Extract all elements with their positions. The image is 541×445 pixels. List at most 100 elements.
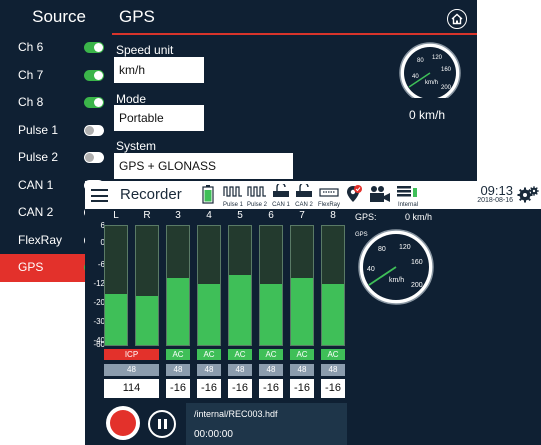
source-item-label: Pulse 2 (18, 150, 59, 164)
toggle-switch[interactable] (84, 152, 104, 163)
speed-unit-field[interactable]: km/h (114, 57, 204, 83)
sample-rate-tag: 48 (290, 364, 314, 376)
level-fill (229, 274, 251, 345)
source-item-ch8[interactable]: Ch 8 (0, 89, 108, 117)
channel-label: 4 (206, 210, 212, 221)
battery-icon (202, 184, 214, 206)
pulse-2-caption: Pulse 2 (246, 202, 267, 208)
recording-file-path: /internal/REC003.hdf (194, 409, 278, 419)
toggle-switch[interactable] (84, 124, 104, 136)
clock-date: 2018-08-16 (477, 197, 513, 204)
coupling-tag[interactable]: AC (290, 349, 314, 360)
gauge-tick: 80 (417, 58, 424, 64)
sample-rate-tag: 48 (321, 364, 345, 376)
toggle-switch[interactable] (84, 97, 104, 108)
level-fill (136, 296, 158, 345)
level-meter-4 (197, 225, 221, 346)
mode-field[interactable]: Portable (114, 105, 204, 131)
record-dot-icon (110, 410, 136, 436)
pulse-1-caption: Pulse 1 (222, 202, 243, 208)
channel-value: -16 (166, 379, 190, 398)
storage-icon[interactable]: Internal (395, 184, 421, 208)
clock-time: 09:13 (480, 183, 513, 198)
gps-pin-icon[interactable] (345, 184, 363, 206)
source-item-label: GPS (18, 260, 44, 274)
source-item-ch6[interactable]: Ch 6 (0, 34, 108, 62)
source-item-label: CAN 2 (18, 205, 54, 219)
level-fill (322, 284, 344, 345)
coupling-tag-icp[interactable]: ICP (104, 349, 159, 360)
level-meter-l (104, 225, 128, 346)
scale-label: -6 (97, 260, 105, 269)
pause-bar-icon (157, 419, 161, 429)
channel-value: -16 (321, 379, 345, 398)
mode-label: Mode (116, 92, 147, 106)
source-title: Source (32, 7, 86, 26)
channel-value: -16 (228, 379, 252, 398)
scale-label: 0 (100, 238, 105, 247)
scale-label: -12 (93, 279, 105, 288)
recording-elapsed-time: 00:00:00 (194, 429, 233, 440)
level-meter-5 (228, 225, 252, 346)
gps-title: GPS (119, 7, 155, 26)
can-2-icon[interactable]: CAN 2 (293, 182, 315, 208)
record-button[interactable] (106, 406, 140, 440)
settings-header: Source GPS (0, 0, 477, 34)
camera-icon[interactable] (368, 184, 392, 206)
channel-label: 3 (175, 210, 181, 221)
channel-value: 114 (104, 379, 159, 398)
storage-caption: Internal (397, 202, 418, 208)
sample-rate-tag: 48 (166, 364, 190, 376)
gauge-unit: km/h (389, 277, 404, 284)
toggle-switch[interactable] (84, 69, 104, 81)
scale-label: -60 (93, 340, 105, 349)
can-1-icon[interactable]: CAN 1 (270, 182, 292, 208)
source-item-pulse2[interactable]: Pulse 2 (0, 144, 108, 172)
coupling-tag[interactable]: AC (321, 349, 345, 360)
toggle-switch[interactable] (84, 42, 104, 53)
level-meter-7 (290, 225, 314, 346)
gauge-unit: km/h (425, 80, 438, 86)
gps-speed-value: 0 km/h (405, 212, 433, 222)
system-field[interactable]: GPS + GLONASS (114, 153, 293, 179)
channel-value: -16 (290, 379, 314, 398)
settings-gear-icon[interactable] (517, 184, 539, 206)
coupling-tag[interactable]: AC (228, 349, 252, 360)
recorder-window: Recorder Pulse 1 Pulse 2 CAN 1 CAN 2 Fle… (85, 181, 541, 445)
level-fill (198, 284, 220, 345)
coupling-tag[interactable]: AC (259, 349, 283, 360)
pause-button[interactable] (148, 410, 176, 438)
level-meter-6 (259, 225, 283, 346)
system-label: System (116, 139, 157, 153)
source-item-ch7[interactable]: Ch 7 (0, 62, 108, 90)
home-button[interactable] (447, 9, 467, 29)
gauge-tick: 160 (441, 67, 452, 73)
sample-rate-tag: 48 (104, 364, 159, 376)
channel-label: L (113, 210, 119, 221)
level-meter-r (135, 225, 159, 346)
scale-label: -30 (93, 317, 105, 326)
channel-label: 8 (330, 210, 336, 221)
gauge-tick: 40 (412, 74, 419, 80)
coupling-tag[interactable]: AC (166, 349, 190, 360)
pulse-1-icon[interactable]: Pulse 1 (222, 184, 244, 208)
gauge-tick: 120 (432, 55, 443, 61)
coupling-tag[interactable]: AC (197, 349, 221, 360)
pause-bar-icon (163, 419, 167, 429)
channel-label: R (143, 210, 151, 221)
gauge-tick: 120 (399, 244, 411, 251)
flexray-icon[interactable]: FlexRay (316, 184, 342, 208)
level-fill (291, 278, 313, 345)
source-item-pulse1[interactable]: Pulse 1 (0, 117, 108, 145)
menu-icon[interactable] (91, 189, 108, 202)
channel-value: -16 (197, 379, 221, 398)
header-divider (112, 33, 477, 35)
gauge-tick: 200 (411, 282, 423, 289)
speedometer-gauge: 40 80 120 160 200 km/h (399, 42, 461, 98)
recorder-header: Recorder Pulse 1 Pulse 2 CAN 1 CAN 2 Fle… (85, 181, 541, 209)
source-item-label: Ch 8 (18, 95, 44, 109)
pulse-2-icon[interactable]: Pulse 2 (246, 184, 268, 208)
recording-file-panel: /internal/REC003.hdf 00:00:00 (186, 403, 347, 445)
can-2-caption: CAN 2 (295, 202, 313, 208)
sample-rate-tag: 48 (259, 364, 283, 376)
